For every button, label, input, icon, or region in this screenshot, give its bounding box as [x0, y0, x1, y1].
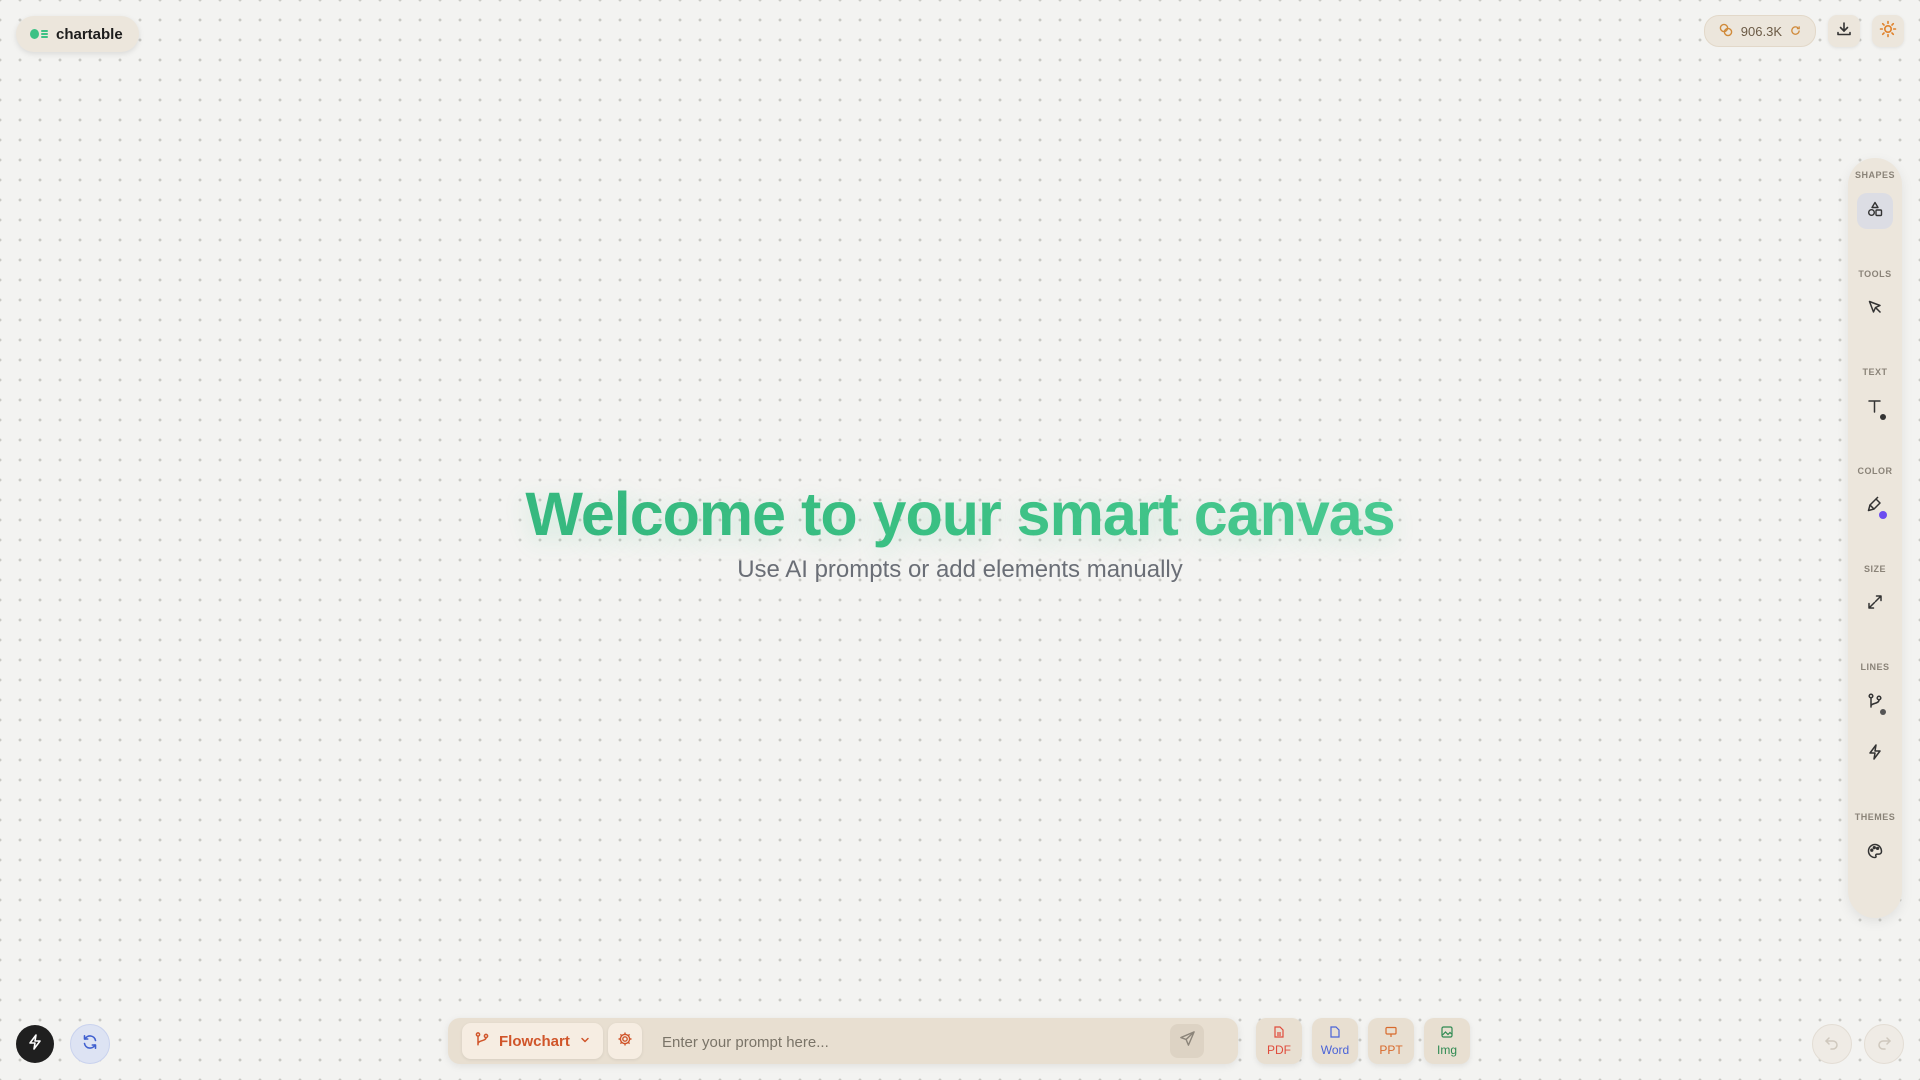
select-tool-button[interactable] — [1857, 291, 1893, 327]
text-color-dot — [1880, 414, 1886, 420]
refresh-button[interactable] — [70, 1024, 110, 1064]
export-buttons: PDF Word PPT Img — [1256, 1018, 1470, 1064]
side-toolbar: SHAPES TOOLS TEXT COLOR SIZE LINES THEME… — [1848, 158, 1902, 918]
coins-icon — [1719, 23, 1733, 40]
theme-toggle-button[interactable] — [1872, 15, 1904, 47]
section-label-color: COLOR — [1857, 466, 1893, 476]
download-icon — [1835, 20, 1853, 43]
lightning-icon — [26, 1033, 44, 1056]
shapes-icon — [1866, 200, 1884, 223]
refresh-credits-icon[interactable] — [1790, 24, 1801, 39]
send-icon — [1179, 1030, 1196, 1052]
chevron-down-icon — [579, 1033, 591, 1050]
prompt-input[interactable] — [660, 1026, 1164, 1058]
chartable-logo-icon — [30, 28, 48, 40]
text-tool-button[interactable] — [1857, 390, 1893, 426]
resize-icon — [1866, 593, 1884, 616]
current-color-dot — [1879, 511, 1887, 519]
image-icon — [1441, 1025, 1453, 1041]
export-word-label: Word — [1320, 1042, 1350, 1057]
export-ppt-button[interactable]: PPT — [1368, 1018, 1414, 1064]
credits-value: 906.3K — [1740, 23, 1782, 39]
export-image-label: Img — [1436, 1042, 1457, 1057]
section-label-shapes: SHAPES — [1854, 170, 1895, 180]
diagram-type-label: Flowchart — [499, 1032, 570, 1050]
sun-icon — [1879, 20, 1897, 43]
download-button[interactable] — [1828, 15, 1860, 47]
presentation-icon — [1385, 1026, 1397, 1041]
bottom-left-controls — [16, 1024, 110, 1064]
word-file-icon — [1330, 1025, 1340, 1041]
lightning-icon — [1866, 743, 1884, 766]
section-label-lines: LINES — [1860, 662, 1890, 672]
export-word-button[interactable]: Word — [1312, 1018, 1358, 1064]
send-button[interactable] — [1170, 1024, 1204, 1058]
export-ppt-label: PPT — [1379, 1042, 1403, 1057]
export-image-button[interactable]: Img — [1424, 1018, 1470, 1064]
color-tool-button[interactable] — [1857, 488, 1893, 524]
gear-icon — [617, 1031, 633, 1052]
history-controls — [1812, 1024, 1904, 1064]
undo-button[interactable] — [1812, 1024, 1852, 1064]
prompt-bar: Flowchart — [448, 1018, 1238, 1064]
themes-button[interactable] — [1857, 835, 1893, 871]
quick-start-button[interactable] — [16, 1025, 54, 1063]
prompt-settings-button[interactable] — [608, 1023, 642, 1059]
quick-action-button[interactable] — [1857, 736, 1893, 772]
section-label-size: SIZE — [1863, 564, 1886, 574]
welcome-hero: Welcome to your smart canvas Use AI prom… — [0, 478, 1920, 584]
top-right-controls: 906.3K — [1703, 15, 1904, 47]
brand-logo-pill[interactable]: chartable — [16, 16, 139, 52]
export-pdf-button[interactable]: PDF — [1256, 1018, 1302, 1064]
hero-title: Welcome to your smart canvas — [0, 478, 1920, 550]
pdf-file-icon — [1274, 1025, 1284, 1041]
export-pdf-label: PDF — [1267, 1042, 1291, 1057]
section-label-tools: TOOLS — [1858, 269, 1892, 279]
line-style-dot — [1880, 709, 1886, 715]
hero-subtitle: Use AI prompts or add elements manually — [737, 556, 1183, 583]
diagram-type-dropdown[interactable]: Flowchart — [462, 1023, 603, 1059]
refresh-icon — [81, 1033, 99, 1056]
credits-badge[interactable]: 906.3K — [1703, 15, 1816, 47]
brand-name: chartable — [56, 25, 123, 43]
pointer-icon — [1866, 298, 1884, 321]
palette-icon — [1866, 842, 1884, 865]
connector-tool-button[interactable] — [1857, 685, 1893, 721]
section-label-themes: THEMES — [1854, 812, 1896, 822]
branch-icon — [474, 1031, 490, 1051]
redo-icon — [1876, 1034, 1892, 1055]
redo-button[interactable] — [1864, 1024, 1904, 1064]
section-label-text: TEXT — [1862, 367, 1888, 377]
undo-icon — [1824, 1034, 1840, 1055]
size-tool-button[interactable] — [1857, 586, 1893, 622]
shapes-button[interactable] — [1857, 193, 1893, 229]
